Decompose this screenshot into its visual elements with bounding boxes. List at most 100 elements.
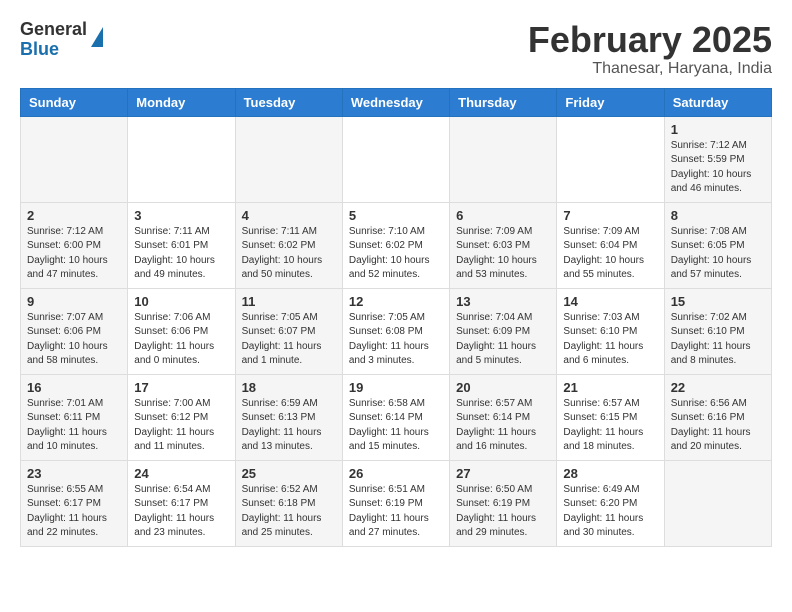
calendar-table: SundayMondayTuesdayWednesdayThursdayFrid… bbox=[20, 88, 772, 547]
calendar-cell: 11 Sunrise: 7:05 AM Sunset: 6:07 PM Dayli… bbox=[235, 288, 342, 374]
logo-triangle-icon bbox=[91, 27, 103, 47]
day-number: 17 bbox=[134, 380, 228, 395]
calendar-cell: 14Sunrise: 7:03 AM Sunset: 6:10 PM Dayli… bbox=[557, 288, 664, 374]
day-number: 28 bbox=[563, 466, 657, 481]
week-row-2: 2Sunrise: 7:12 AM Sunset: 6:00 PM Daylig… bbox=[21, 202, 772, 288]
location-title: Thanesar, Haryana, India bbox=[528, 60, 772, 78]
day-info: Sunrise: 7:12 AM Sunset: 5:59 PM Dayligh… bbox=[671, 139, 765, 197]
logo-blue: Blue bbox=[20, 40, 87, 60]
header-thursday: Thursday bbox=[450, 88, 557, 116]
calendar-cell: 19 Sunrise: 6:58 AM Sunset: 6:14 PM Dayli… bbox=[342, 374, 449, 460]
calendar-cell: 5Sunrise: 7:10 AM Sunset: 6:02 PM Daylig… bbox=[342, 202, 449, 288]
day-number: 13 bbox=[456, 294, 550, 309]
calendar-cell: 17 Sunrise: 7:00 AM Sunset: 6:12 PM Dayli… bbox=[128, 374, 235, 460]
calendar-cell: 20 Sunrise: 6:57 AM Sunset: 6:14 PM Dayli… bbox=[450, 374, 557, 460]
calendar-cell: 22 Sunrise: 6:56 AM Sunset: 6:16 PM Dayli… bbox=[664, 374, 771, 460]
page-header: General Blue February 2025 Thanesar, Har… bbox=[20, 20, 772, 78]
day-info: Sunrise: 6:52 AM Sunset: 6:18 PM Dayligh… bbox=[242, 483, 336, 541]
day-number: 23 bbox=[27, 466, 121, 481]
calendar-cell: 1 Sunrise: 7:12 AM Sunset: 5:59 PM Daylig… bbox=[664, 116, 771, 202]
day-info: Sunrise: 6:49 AM Sunset: 6:20 PM Dayligh… bbox=[563, 483, 657, 541]
day-info: Sunrise: 7:01 AM Sunset: 6:11 PM Dayligh… bbox=[27, 397, 121, 455]
day-number: 1 bbox=[671, 122, 765, 137]
calendar-cell bbox=[235, 116, 342, 202]
day-number: 10 bbox=[134, 294, 228, 309]
day-number: 18 bbox=[242, 380, 336, 395]
day-info: Sunrise: 7:02 AM Sunset: 6:10 PM Dayligh… bbox=[671, 311, 765, 369]
day-info: Sunrise: 7:11 AM Sunset: 6:02 PM Dayligh… bbox=[242, 225, 336, 283]
day-number: 5 bbox=[349, 208, 443, 223]
calendar-cell: 9 Sunrise: 7:07 AM Sunset: 6:06 PM Daylig… bbox=[21, 288, 128, 374]
calendar-cell bbox=[450, 116, 557, 202]
day-info: Sunrise: 7:08 AM Sunset: 6:05 PM Dayligh… bbox=[671, 225, 765, 283]
calendar-cell: 3 Sunrise: 7:11 AM Sunset: 6:01 PM Daylig… bbox=[128, 202, 235, 288]
day-number: 11 bbox=[242, 294, 336, 309]
week-row-1: 1 Sunrise: 7:12 AM Sunset: 5:59 PM Daylig… bbox=[21, 116, 772, 202]
day-number: 16 bbox=[27, 380, 121, 395]
day-info: Sunrise: 6:50 AM Sunset: 6:19 PM Dayligh… bbox=[456, 483, 550, 541]
day-number: 2 bbox=[27, 208, 121, 223]
calendar-cell: 21Sunrise: 6:57 AM Sunset: 6:15 PM Dayli… bbox=[557, 374, 664, 460]
calendar-cell: 28 Sunrise: 6:49 AM Sunset: 6:20 PM Dayli… bbox=[557, 460, 664, 546]
calendar-cell: 8 Sunrise: 7:08 AM Sunset: 6:05 PM Daylig… bbox=[664, 202, 771, 288]
calendar-cell: 12 Sunrise: 7:05 AM Sunset: 6:08 PM Dayli… bbox=[342, 288, 449, 374]
header-monday: Monday bbox=[128, 88, 235, 116]
header-tuesday: Tuesday bbox=[235, 88, 342, 116]
day-number: 8 bbox=[671, 208, 765, 223]
month-title: February 2025 bbox=[528, 20, 772, 60]
calendar-cell: 27Sunrise: 6:50 AM Sunset: 6:19 PM Dayli… bbox=[450, 460, 557, 546]
day-info: Sunrise: 7:09 AM Sunset: 6:03 PM Dayligh… bbox=[456, 225, 550, 283]
calendar-cell: 25Sunrise: 6:52 AM Sunset: 6:18 PM Dayli… bbox=[235, 460, 342, 546]
day-number: 24 bbox=[134, 466, 228, 481]
day-info: Sunrise: 7:04 AM Sunset: 6:09 PM Dayligh… bbox=[456, 311, 550, 369]
calendar-cell: 10 Sunrise: 7:06 AM Sunset: 6:06 PM Dayli… bbox=[128, 288, 235, 374]
week-row-5: 23 Sunrise: 6:55 AM Sunset: 6:17 PM Dayli… bbox=[21, 460, 772, 546]
week-row-4: 16 Sunrise: 7:01 AM Sunset: 6:11 PM Dayli… bbox=[21, 374, 772, 460]
day-info: Sunrise: 6:51 AM Sunset: 6:19 PM Dayligh… bbox=[349, 483, 443, 541]
calendar-cell: 13 Sunrise: 7:04 AM Sunset: 6:09 PM Dayli… bbox=[450, 288, 557, 374]
calendar-cell: 24 Sunrise: 6:54 AM Sunset: 6:17 PM Dayli… bbox=[128, 460, 235, 546]
calendar-cell: 6 Sunrise: 7:09 AM Sunset: 6:03 PM Daylig… bbox=[450, 202, 557, 288]
day-info: Sunrise: 7:05 AM Sunset: 6:08 PM Dayligh… bbox=[349, 311, 443, 369]
day-number: 19 bbox=[349, 380, 443, 395]
day-info: Sunrise: 6:56 AM Sunset: 6:16 PM Dayligh… bbox=[671, 397, 765, 455]
day-number: 14 bbox=[563, 294, 657, 309]
day-info: Sunrise: 6:59 AM Sunset: 6:13 PM Dayligh… bbox=[242, 397, 336, 455]
calendar-cell: 4Sunrise: 7:11 AM Sunset: 6:02 PM Daylig… bbox=[235, 202, 342, 288]
calendar-cell: 18 Sunrise: 6:59 AM Sunset: 6:13 PM Dayli… bbox=[235, 374, 342, 460]
calendar-cell: 15Sunrise: 7:02 AM Sunset: 6:10 PM Dayli… bbox=[664, 288, 771, 374]
day-number: 6 bbox=[456, 208, 550, 223]
calendar-header-row: SundayMondayTuesdayWednesdayThursdayFrid… bbox=[21, 88, 772, 116]
logo-general: General bbox=[20, 20, 87, 40]
day-info: Sunrise: 7:11 AM Sunset: 6:01 PM Dayligh… bbox=[134, 225, 228, 283]
day-info: Sunrise: 7:00 AM Sunset: 6:12 PM Dayligh… bbox=[134, 397, 228, 455]
calendar-cell bbox=[664, 460, 771, 546]
header-saturday: Saturday bbox=[664, 88, 771, 116]
day-info: Sunrise: 6:58 AM Sunset: 6:14 PM Dayligh… bbox=[349, 397, 443, 455]
day-number: 20 bbox=[456, 380, 550, 395]
day-number: 9 bbox=[27, 294, 121, 309]
header-wednesday: Wednesday bbox=[342, 88, 449, 116]
week-row-3: 9 Sunrise: 7:07 AM Sunset: 6:06 PM Daylig… bbox=[21, 288, 772, 374]
calendar-cell bbox=[128, 116, 235, 202]
day-info: Sunrise: 7:05 AM Sunset: 6:07 PM Dayligh… bbox=[242, 311, 336, 369]
calendar-cell: 7 Sunrise: 7:09 AM Sunset: 6:04 PM Daylig… bbox=[557, 202, 664, 288]
logo: General Blue bbox=[20, 20, 103, 60]
day-number: 3 bbox=[134, 208, 228, 223]
day-info: Sunrise: 6:57 AM Sunset: 6:14 PM Dayligh… bbox=[456, 397, 550, 455]
day-info: Sunrise: 6:54 AM Sunset: 6:17 PM Dayligh… bbox=[134, 483, 228, 541]
day-number: 12 bbox=[349, 294, 443, 309]
calendar-cell bbox=[21, 116, 128, 202]
day-info: Sunrise: 6:55 AM Sunset: 6:17 PM Dayligh… bbox=[27, 483, 121, 541]
logo-text: General Blue bbox=[20, 20, 87, 60]
calendar-cell bbox=[342, 116, 449, 202]
calendar-cell: 16 Sunrise: 7:01 AM Sunset: 6:11 PM Dayli… bbox=[21, 374, 128, 460]
day-number: 26 bbox=[349, 466, 443, 481]
day-info: Sunrise: 7:09 AM Sunset: 6:04 PM Dayligh… bbox=[563, 225, 657, 283]
day-info: Sunrise: 7:06 AM Sunset: 6:06 PM Dayligh… bbox=[134, 311, 228, 369]
day-info: Sunrise: 7:07 AM Sunset: 6:06 PM Dayligh… bbox=[27, 311, 121, 369]
day-number: 22 bbox=[671, 380, 765, 395]
day-number: 7 bbox=[563, 208, 657, 223]
header-friday: Friday bbox=[557, 88, 664, 116]
header-sunday: Sunday bbox=[21, 88, 128, 116]
